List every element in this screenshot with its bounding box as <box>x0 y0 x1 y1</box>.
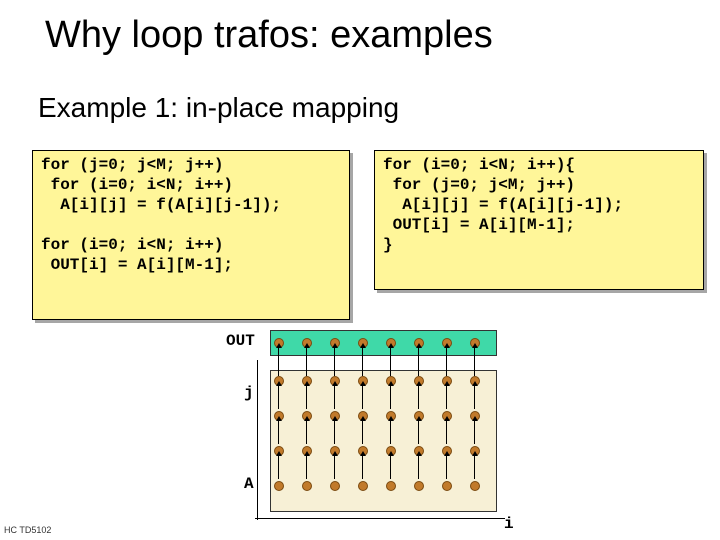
dep-arrow <box>306 386 307 409</box>
code-block-left: for (j=0; j<M; j++) for (i=0; i<N; i++) … <box>32 150 350 320</box>
dep-arrow <box>306 421 307 444</box>
out-arrow <box>306 348 307 376</box>
dep-arrow <box>334 421 335 444</box>
grid-dot <box>386 481 396 491</box>
out-arrow <box>474 348 475 376</box>
footer-text: HC TD5102 <box>4 525 51 535</box>
dep-arrow <box>418 386 419 409</box>
slide-title: Why loop trafos: examples <box>45 14 493 57</box>
grid-dot <box>358 481 368 491</box>
dep-arrow <box>446 456 447 479</box>
dep-arrow <box>334 386 335 409</box>
out-arrow <box>362 348 363 376</box>
grid-dot <box>274 481 284 491</box>
dep-arrow <box>390 386 391 409</box>
dep-arrow <box>362 386 363 409</box>
grid-dot <box>330 481 340 491</box>
dep-arrow <box>278 456 279 479</box>
out-arrow <box>390 348 391 376</box>
dep-arrow <box>474 456 475 479</box>
grid-dot <box>414 481 424 491</box>
dep-arrow <box>306 456 307 479</box>
dep-arrow <box>362 456 363 479</box>
dep-arrow <box>474 421 475 444</box>
dep-arrow <box>390 421 391 444</box>
grid-dot <box>470 481 480 491</box>
dep-arrow <box>418 421 419 444</box>
dep-arrow <box>278 421 279 444</box>
dep-arrow <box>334 456 335 479</box>
dep-arrow <box>278 386 279 409</box>
a-array-label: A <box>244 475 254 493</box>
dep-arrow <box>474 386 475 409</box>
out-label: OUT <box>226 332 255 350</box>
out-arrow <box>278 348 279 376</box>
dep-arrow <box>418 456 419 479</box>
j-axis-label: j <box>244 384 254 402</box>
grid-dot <box>442 481 452 491</box>
i-axis-line <box>255 518 505 519</box>
dep-arrow <box>362 421 363 444</box>
out-arrow <box>446 348 447 376</box>
code-block-right: for (i=0; i<N; i++){ for (j=0; j<M; j++)… <box>374 150 704 290</box>
out-arrow <box>334 348 335 376</box>
iteration-space-box <box>270 370 497 512</box>
out-arrow <box>418 348 419 376</box>
dep-arrow <box>446 386 447 409</box>
i-axis-label: i <box>504 515 514 533</box>
slide-subtitle: Example 1: in-place mapping <box>38 92 399 124</box>
j-axis-line <box>257 360 258 520</box>
dep-arrow <box>446 421 447 444</box>
grid-dot <box>302 481 312 491</box>
dep-arrow <box>390 456 391 479</box>
